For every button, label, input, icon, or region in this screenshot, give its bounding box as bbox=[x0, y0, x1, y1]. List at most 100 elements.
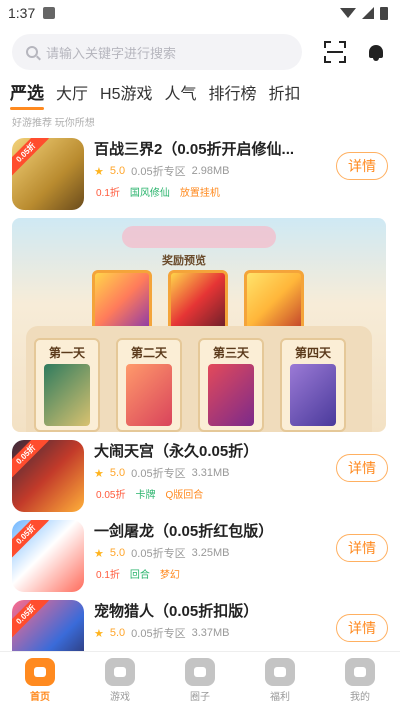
game-size: 3.31MB bbox=[191, 467, 230, 479]
day-card: 第四天 bbox=[280, 338, 346, 432]
game-size: 3.37MB bbox=[191, 627, 230, 639]
detail-button[interactable]: 详情 bbox=[336, 534, 388, 562]
game-meta: ★ 5.0 0.05折专区 2.98MB bbox=[94, 163, 230, 179]
nav-label: 福利 bbox=[270, 692, 290, 703]
nav-games[interactable]: 游戏 bbox=[80, 652, 160, 711]
game-name: 一剑屠龙（0.05折红包版） bbox=[94, 523, 274, 540]
nav-label: 游戏 bbox=[110, 692, 130, 703]
game-tag: 0.05折 bbox=[96, 490, 126, 501]
tab-featured[interactable]: 严选 bbox=[10, 79, 44, 110]
notification-bell-icon[interactable] bbox=[368, 43, 384, 61]
search-icon bbox=[26, 46, 38, 58]
reward-card bbox=[168, 270, 228, 332]
game-tag: 0.1折 bbox=[96, 570, 120, 581]
game-tag: 0.1折 bbox=[96, 188, 120, 199]
signal-icon bbox=[362, 7, 374, 19]
nav-label: 圈子 bbox=[190, 692, 210, 703]
home-icon bbox=[25, 658, 55, 686]
day-label: 第一天 bbox=[48, 346, 85, 360]
game-tag: 卡牌 bbox=[135, 490, 156, 501]
game-tag: 梦幻 bbox=[159, 570, 180, 581]
nav-welfare[interactable]: 福利 bbox=[240, 652, 320, 711]
game-tag: Q版回合 bbox=[165, 490, 204, 501]
star-icon: ★ bbox=[94, 547, 104, 560]
game-name: 宠物猎人（0.05折扣版） bbox=[94, 603, 259, 620]
nav-community[interactable]: 圈子 bbox=[160, 652, 240, 711]
game-meta: ★ 5.0 0.05折专区 3.37MB bbox=[94, 625, 230, 641]
scan-icon[interactable] bbox=[324, 41, 346, 63]
game-list-item[interactable]: 0.05折 大闹天宫（永久0.05折） ★ 5.0 0.05折专区 3.31MB… bbox=[0, 436, 400, 512]
game-icon: 0.05折 bbox=[12, 440, 84, 512]
tab-popular[interactable]: 人气 bbox=[164, 80, 196, 110]
battery-icon bbox=[380, 6, 388, 20]
nav-home[interactable]: 首页 bbox=[0, 652, 80, 711]
game-list-item[interactable]: 0.05折 百战三界2（0.05折开启修仙... ★ 5.0 0.05折专区 2… bbox=[0, 134, 400, 210]
nav-label: 首页 bbox=[30, 692, 50, 703]
game-tag: 回合 bbox=[129, 570, 150, 581]
detail-button[interactable]: 详情 bbox=[336, 152, 388, 180]
discount-tag: 0.05折 bbox=[12, 600, 49, 638]
game-zone: 0.05折专区 bbox=[131, 166, 186, 178]
banner-title-decoration bbox=[122, 226, 276, 248]
discount-tag: 0.05折 bbox=[12, 440, 49, 478]
discount-tag: 0.05折 bbox=[12, 138, 49, 176]
game-tags: 0.1折 国风修仙 放置挂机 bbox=[94, 184, 222, 199]
search-placeholder: 请输入关键字进行搜索 bbox=[46, 45, 177, 61]
game-icon: 0.05折 bbox=[12, 520, 84, 592]
game-size: 2.98MB bbox=[191, 165, 230, 177]
bottom-navigation: 首页 游戏 圈子 福利 我的 bbox=[0, 651, 400, 711]
day-label: 第二天 bbox=[130, 346, 167, 360]
game-rating: 5.0 bbox=[109, 627, 126, 639]
game-name: 百战三界2（0.05折开启修仙... bbox=[94, 141, 295, 158]
status-time: 1:37 bbox=[8, 5, 36, 21]
detail-button[interactable]: 详情 bbox=[336, 454, 388, 482]
game-list-item[interactable]: 0.05折 一剑屠龙（0.05折红包版） ★ 5.0 0.05折专区 3.25M… bbox=[0, 516, 400, 592]
game-icon: 0.05折 bbox=[12, 138, 84, 210]
reward-card bbox=[92, 270, 152, 332]
game-tag: 放置挂机 bbox=[179, 188, 220, 199]
discount-tag: 0.05折 bbox=[12, 520, 49, 558]
game-zone: 0.05折专区 bbox=[131, 548, 186, 560]
profile-icon bbox=[345, 658, 375, 686]
banner-subtitle: 奖励预览 bbox=[162, 255, 206, 267]
star-icon: ★ bbox=[94, 165, 104, 178]
day-label: 第四天 bbox=[294, 346, 331, 360]
day-card: 第二天 bbox=[116, 338, 182, 432]
day-card: 第三天 bbox=[198, 338, 264, 432]
community-icon bbox=[185, 658, 215, 686]
star-icon: ★ bbox=[94, 467, 104, 480]
tab-discount[interactable]: 折扣 bbox=[269, 80, 301, 110]
nav-label: 我的 bbox=[350, 692, 370, 703]
star-icon: ★ bbox=[94, 627, 104, 640]
game-tags: 0.05折 卡牌 Q版回合 bbox=[94, 486, 205, 501]
game-rating: 5.0 bbox=[109, 547, 126, 559]
gift-icon bbox=[265, 658, 295, 686]
game-tag: 国风修仙 bbox=[129, 188, 170, 199]
game-zone: 0.05折专区 bbox=[131, 628, 186, 640]
game-meta: ★ 5.0 0.05折专区 3.25MB bbox=[94, 545, 230, 561]
search-row: 请输入关键字进行搜索 bbox=[0, 30, 400, 74]
section-subtitle: 好游推荐 玩你所想 bbox=[12, 118, 95, 129]
day-label: 第三天 bbox=[212, 346, 249, 360]
game-rating: 5.0 bbox=[109, 467, 126, 479]
category-tabs: 严选 大厅 H5游戏 人气 排行榜 折扣 bbox=[0, 78, 400, 110]
game-tags: 0.1折 回合 梦幻 bbox=[94, 566, 182, 581]
tab-hall[interactable]: 大厅 bbox=[56, 80, 88, 110]
games-icon bbox=[105, 658, 135, 686]
day-card: 第一天 bbox=[34, 338, 100, 432]
game-zone: 0.05折专区 bbox=[131, 468, 186, 480]
game-rating: 5.0 bbox=[109, 165, 126, 177]
tab-h5-games[interactable]: H5游戏 bbox=[100, 80, 152, 110]
tab-ranking[interactable]: 排行榜 bbox=[209, 80, 257, 110]
game-meta: ★ 5.0 0.05折专区 3.31MB bbox=[94, 465, 230, 481]
event-banner[interactable]: 奖励预览 第一天 第二天 第三天 第四天 bbox=[12, 218, 386, 432]
wifi-icon bbox=[340, 8, 356, 18]
status-bar: 1:37 bbox=[0, 0, 400, 26]
detail-button[interactable]: 详情 bbox=[336, 614, 388, 642]
game-name: 大闹天宫（永久0.05折） bbox=[94, 443, 259, 460]
nav-profile[interactable]: 我的 bbox=[320, 652, 400, 711]
notification-icon bbox=[43, 7, 56, 19]
game-size: 3.25MB bbox=[191, 547, 230, 559]
reward-card bbox=[244, 270, 304, 332]
search-input[interactable]: 请输入关键字进行搜索 bbox=[12, 34, 302, 70]
